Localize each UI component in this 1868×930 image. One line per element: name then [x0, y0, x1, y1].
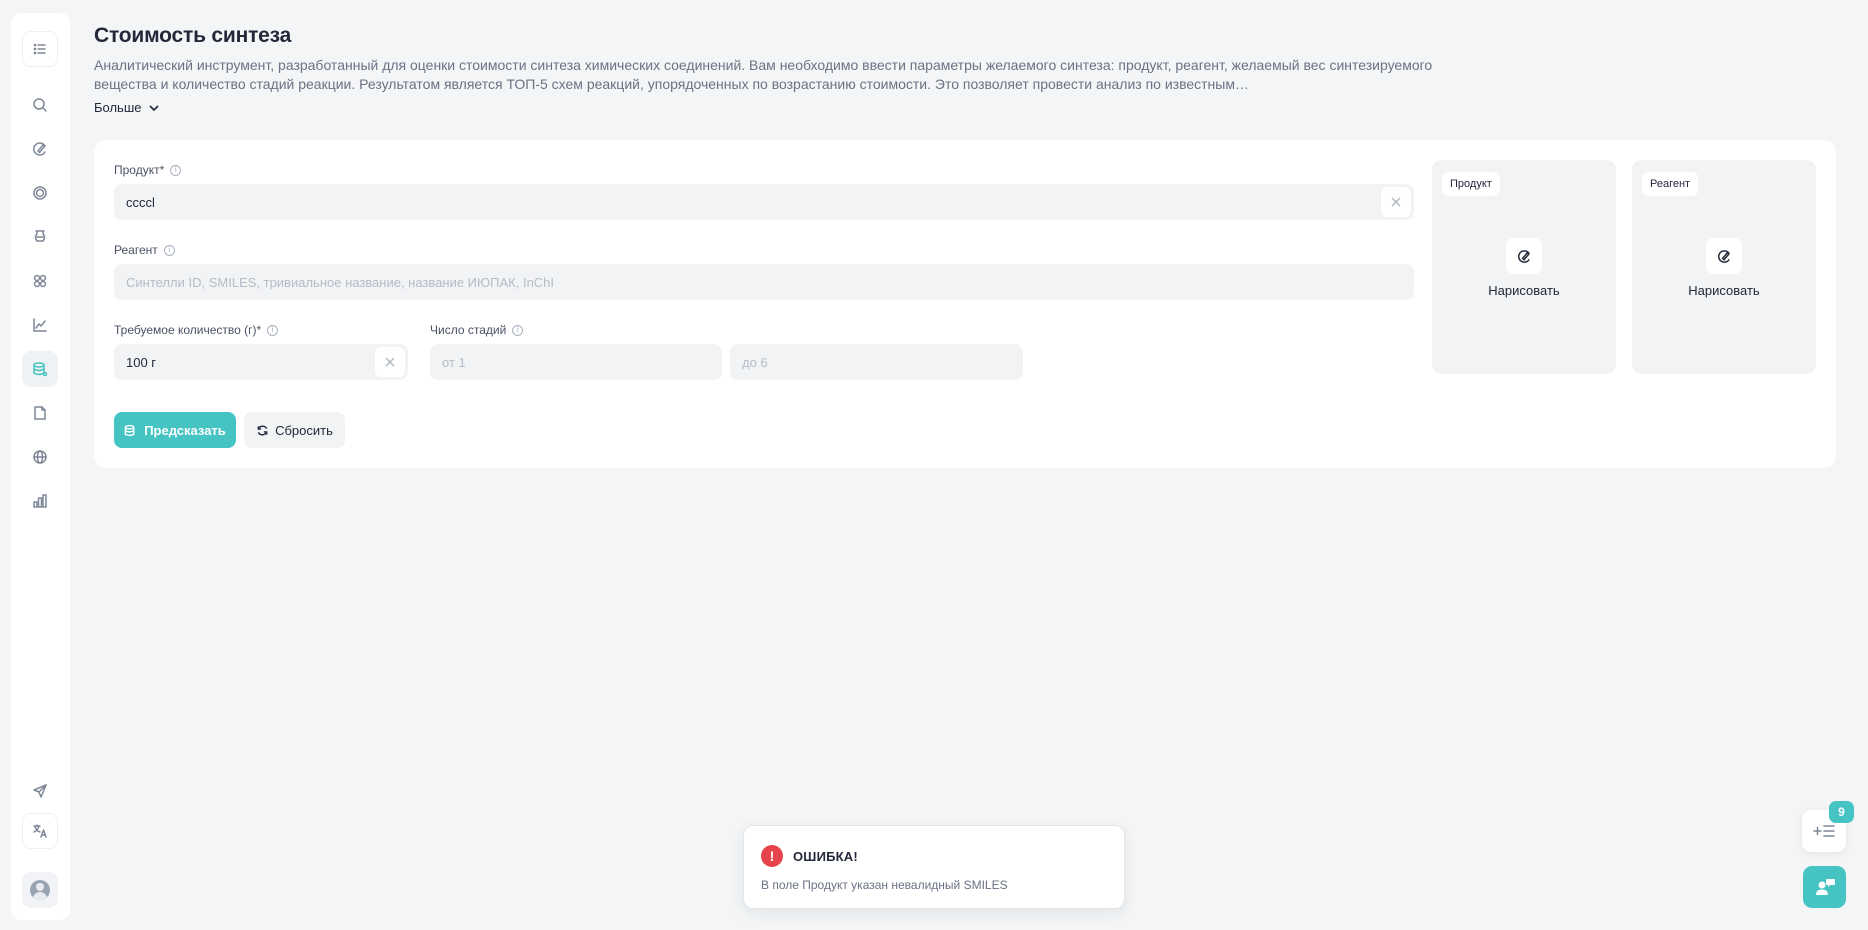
- toast-message: В поле Продукт указан невалидный SMILES: [761, 878, 1008, 892]
- support-chat-icon: [1815, 879, 1835, 895]
- product-draw-panel: Продукт Нарисовать: [1432, 160, 1616, 374]
- product-panel-tag: Продукт: [1442, 172, 1500, 196]
- product-input[interactable]: ccccl: [114, 184, 1414, 220]
- error-toast[interactable]: ! ОШИБКА! В поле Продукт указан невалидн…: [743, 825, 1125, 909]
- flask-icon[interactable]: [22, 219, 58, 255]
- info-icon[interactable]: i: [267, 324, 279, 336]
- amount-clear-button[interactable]: [375, 347, 405, 377]
- refresh-icon: [257, 425, 268, 435]
- info-icon[interactable]: i: [512, 324, 524, 336]
- reagent-panel-tag: Реагент: [1642, 172, 1699, 196]
- chevron-down-icon: [148, 104, 159, 111]
- reagent-label-row: Реагент i: [114, 243, 175, 257]
- amount-label-row: Требуемое количество (г)* i: [114, 323, 279, 337]
- support-button[interactable]: [1803, 866, 1846, 908]
- page-title: Стоимость синтеза: [94, 24, 292, 47]
- synthesis-cost-icon: [124, 424, 135, 436]
- molecule-network-icon[interactable]: [22, 263, 58, 299]
- send-icon[interactable]: [22, 773, 58, 809]
- product-label: Продукт*: [114, 163, 165, 177]
- task-count-badge: 9: [1829, 801, 1854, 823]
- stages-label: Число стадий: [430, 323, 507, 337]
- product-label-row: Продукт* i: [114, 163, 182, 177]
- search-icon[interactable]: [22, 87, 58, 123]
- avatar-icon: [30, 880, 50, 900]
- page-description: Аналитический инструмент, разработанный …: [94, 57, 1433, 92]
- product-draw-label[interactable]: Нарисовать: [1432, 283, 1616, 298]
- reagent-draw-button[interactable]: [1706, 238, 1742, 274]
- reagent-label: Реагент: [114, 243, 158, 257]
- stages-to-placeholder: до 6: [742, 354, 768, 370]
- close-icon: [1391, 197, 1401, 207]
- amount-input[interactable]: 100 г: [114, 344, 408, 380]
- synthesis-form-card: Продукт* i ccccl Реагент i Синтелли ID, …: [94, 140, 1836, 468]
- target-icon[interactable]: [22, 175, 58, 211]
- line-chart-icon[interactable]: [22, 307, 58, 343]
- draw-molecule-icon: [1517, 249, 1530, 263]
- predict-button-label: Предсказать: [144, 422, 226, 438]
- translate-icon[interactable]: [22, 813, 58, 849]
- reagent-draw-panel: Реагент Нарисовать: [1632, 160, 1816, 374]
- add-list-icon: [1813, 825, 1835, 837]
- stages-from-placeholder: от 1: [442, 354, 466, 370]
- draw-molecule-icon[interactable]: [22, 131, 58, 167]
- amount-input-value: 100 г: [126, 354, 157, 370]
- reagent-input-placeholder: Синтелли ID, SMILES, тривиальное названи…: [126, 274, 555, 290]
- error-icon: !: [761, 845, 783, 867]
- product-draw-button[interactable]: [1506, 238, 1542, 274]
- bar-chart-icon[interactable]: [22, 483, 58, 519]
- stages-label-row: Число стадий i: [430, 323, 524, 337]
- reagent-draw-label[interactable]: Нарисовать: [1632, 283, 1816, 298]
- more-toggle[interactable]: Больше: [94, 100, 160, 115]
- product-clear-button[interactable]: [1381, 187, 1411, 217]
- more-label: Больше: [94, 100, 142, 115]
- close-icon: [385, 357, 395, 367]
- avatar[interactable]: [22, 872, 58, 908]
- sidebar: [11, 13, 70, 920]
- draw-molecule-icon: [1717, 249, 1730, 263]
- reagent-input[interactable]: Синтелли ID, SMILES, тривиальное названи…: [114, 264, 1414, 300]
- toast-title: ОШИБКА!: [793, 849, 858, 864]
- menu-list-icon[interactable]: [22, 31, 58, 67]
- info-icon[interactable]: i: [170, 164, 182, 176]
- amount-label: Требуемое количество (г)*: [114, 323, 262, 337]
- globe-icon[interactable]: [22, 439, 58, 475]
- predict-button[interactable]: Предсказать: [114, 412, 236, 448]
- document-icon[interactable]: [22, 395, 58, 431]
- reset-button-label: Сбросить: [275, 422, 333, 438]
- info-icon[interactable]: i: [163, 244, 175, 256]
- synthesis-cost-icon[interactable]: [22, 351, 58, 387]
- stages-to-input[interactable]: до 6: [730, 344, 1023, 380]
- product-input-value: ccccl: [126, 194, 155, 210]
- reset-button[interactable]: Сбросить: [244, 412, 345, 448]
- stages-from-input[interactable]: от 1: [430, 344, 722, 380]
